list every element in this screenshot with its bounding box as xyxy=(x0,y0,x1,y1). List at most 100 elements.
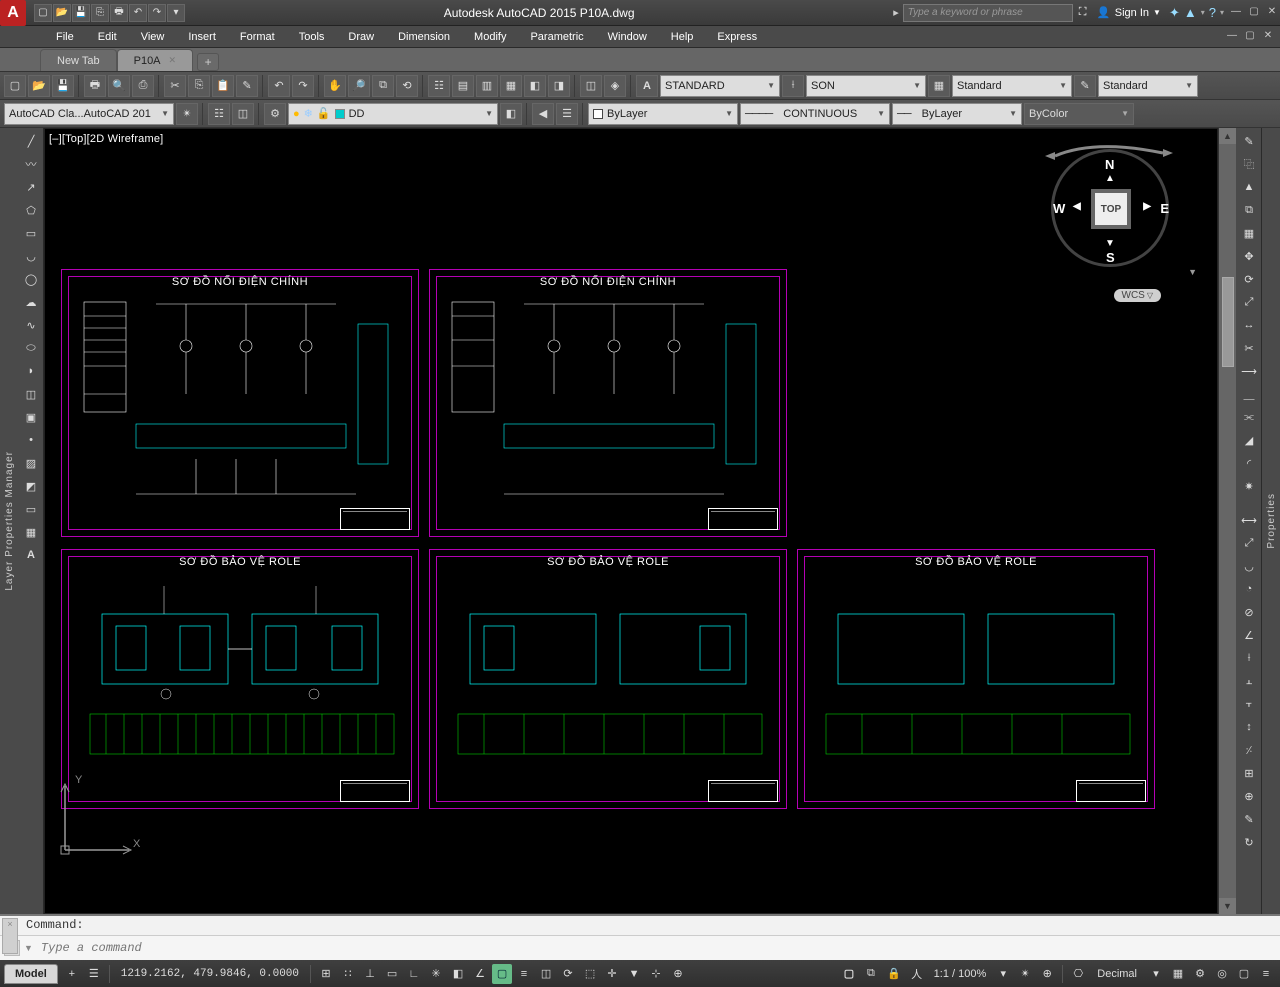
cycling-icon[interactable]: ⟳ xyxy=(558,964,578,984)
copy2-icon[interactable]: ⿻ xyxy=(1238,153,1260,175)
coordinates[interactable]: 1219.2162, 479.9846, 0.0000 xyxy=(115,968,305,980)
quickcalc-icon[interactable]: ◨ xyxy=(548,75,570,97)
line-icon[interactable]: ╱ xyxy=(20,130,42,152)
help-icon[interactable]: ? xyxy=(1209,5,1216,20)
cube-e[interactable]: E xyxy=(1160,201,1169,216)
offset-icon[interactable]: ⧉ xyxy=(1238,199,1260,221)
layer-states-icon[interactable]: ◫ xyxy=(232,103,254,125)
layer-match-icon[interactable]: ◧ xyxy=(500,103,522,125)
props-icon[interactable]: ☷ xyxy=(428,75,450,97)
cleanscreen-icon[interactable]: ▢ xyxy=(1234,964,1254,984)
menu-edit[interactable]: Edit xyxy=(86,28,129,46)
properties-panel[interactable]: Properties xyxy=(1262,128,1280,914)
file-tab-new[interactable]: New Tab xyxy=(40,49,117,71)
cut-icon[interactable]: ✂ xyxy=(164,75,186,97)
menu-parametric[interactable]: Parametric xyxy=(518,28,595,46)
pline-icon[interactable]: 〰 xyxy=(20,153,42,175)
isolate-icon[interactable]: ◎ xyxy=(1212,964,1232,984)
point-icon[interactable]: • xyxy=(20,429,42,451)
units-dd-icon[interactable]: ▾ xyxy=(1146,964,1166,984)
mlstyle-icon[interactable]: ✎ xyxy=(1074,75,1096,97)
exchange-x-icon[interactable]: ✦ xyxy=(1169,5,1180,21)
menu-dimension[interactable]: Dimension xyxy=(386,28,462,46)
dimstyle-icon[interactable]: ⟊ xyxy=(782,75,804,97)
hardware-icon[interactable]: ⚙ xyxy=(1190,964,1210,984)
dim-angular-icon[interactable]: ∠ xyxy=(1238,624,1260,646)
lweight-display-icon[interactable]: ≡ xyxy=(514,964,534,984)
menu-view[interactable]: View xyxy=(129,28,177,46)
linetype-dropdown[interactable]: ──── CONTINUOUS▼ xyxy=(740,103,890,125)
trim-icon[interactable]: ✂ xyxy=(1238,337,1260,359)
workspace-dropdown[interactable]: AutoCAD Cla...AutoCAD 201▼ xyxy=(4,103,174,125)
dim-aligned-icon[interactable]: ⤢ xyxy=(1238,532,1260,554)
customize-status-icon[interactable]: ≡ xyxy=(1256,964,1276,984)
plot-icon[interactable]: 🖶 xyxy=(110,4,128,22)
undo2-icon[interactable]: ↶ xyxy=(268,75,290,97)
erase-icon[interactable]: ✎ xyxy=(1238,130,1260,152)
dim-space-icon[interactable]: ↕ xyxy=(1238,716,1260,738)
paste-icon[interactable]: 📋 xyxy=(212,75,234,97)
table-style-dropdown[interactable]: Standard▼ xyxy=(952,75,1072,97)
snap-icon[interactable]: ∷ xyxy=(338,964,358,984)
vertical-scrollbar[interactable]: ▲ ▼ xyxy=(1218,128,1236,914)
copy-icon[interactable]: ⎘ xyxy=(188,75,210,97)
cube-w[interactable]: W xyxy=(1053,201,1065,216)
model-tab[interactable]: Model xyxy=(4,964,58,984)
maximize-icon[interactable]: ▢ xyxy=(1246,6,1262,20)
tool-palette-icon[interactable]: ▥ xyxy=(476,75,498,97)
qat-more-icon[interactable]: ▾ xyxy=(167,4,185,22)
file-tab-active[interactable]: P10A ✕ xyxy=(117,49,193,71)
dim-radius-icon[interactable]: ◔ xyxy=(1238,578,1260,600)
wcs-badge[interactable]: WCS▽ xyxy=(1114,289,1162,302)
rectangle-icon[interactable]: ▭ xyxy=(20,222,42,244)
osnap-icon[interactable]: ▢ xyxy=(492,964,512,984)
textstyle-icon[interactable]: A xyxy=(636,75,658,97)
scroll-up-icon[interactable]: ▲ xyxy=(1219,128,1236,144)
scale-readout[interactable]: 1:1 / 100% xyxy=(929,964,992,984)
save-doc-icon[interactable]: 💾 xyxy=(52,75,74,97)
quickprops-icon[interactable]: ⧉ xyxy=(861,964,881,984)
viewport-label[interactable]: [–][Top][2D Wireframe] xyxy=(49,133,163,145)
save-icon[interactable]: 💾 xyxy=(72,4,90,22)
command-input[interactable] xyxy=(37,939,1276,957)
cmd-recent-icon[interactable]: ▼ xyxy=(24,943,33,953)
plot2-icon[interactable]: 🖶 xyxy=(84,75,106,97)
layout-add-icon[interactable]: + xyxy=(62,964,82,984)
zoom-rt-icon[interactable]: 🔎 xyxy=(348,75,370,97)
minimize-icon[interactable]: — xyxy=(1228,6,1244,20)
dim-continue-icon[interactable]: ⫟ xyxy=(1238,693,1260,715)
annomon-icon[interactable]: ⊕ xyxy=(668,964,688,984)
menu-window[interactable]: Window xyxy=(596,28,659,46)
layer-dropdown[interactable]: ● ❄ 🔓 DD▼ xyxy=(288,103,498,125)
menu-modify[interactable]: Modify xyxy=(462,28,518,46)
undo-icon[interactable]: ↶ xyxy=(129,4,147,22)
layer-prev-icon[interactable]: ◀ xyxy=(532,103,554,125)
dim-quick-icon[interactable]: ⟊ xyxy=(1238,647,1260,669)
new-icon[interactable]: ▢ xyxy=(34,4,52,22)
dynamic-icon[interactable]: ▭ xyxy=(382,964,402,984)
dynucs-icon[interactable]: ✛ xyxy=(602,964,622,984)
menu-tools[interactable]: Tools xyxy=(287,28,337,46)
dim-style-dropdown[interactable]: SON▼ xyxy=(806,75,926,97)
osnap-track-icon[interactable]: ∠ xyxy=(470,964,490,984)
markup-icon[interactable]: ◧ xyxy=(524,75,546,97)
doc-maximize-icon[interactable]: ▢ xyxy=(1242,30,1258,44)
table-icon[interactable]: ▦ xyxy=(20,521,42,543)
mtext-icon[interactable]: A xyxy=(20,544,42,566)
spline-icon[interactable]: ∿ xyxy=(20,314,42,336)
plotstyle-dropdown[interactable]: ByColor▼ xyxy=(1024,103,1134,125)
ortho-icon[interactable]: ∟ xyxy=(404,964,424,984)
revcloud-icon[interactable]: ☁ xyxy=(20,291,42,313)
annomonitor-icon[interactable]: ⊕ xyxy=(1037,964,1057,984)
design-center-icon[interactable]: ▤ xyxy=(452,75,474,97)
ellipse-icon[interactable]: ⬭ xyxy=(20,337,42,359)
chamfer-icon[interactable]: ◢ xyxy=(1238,429,1260,451)
extend-icon[interactable]: ⟶ xyxy=(1238,360,1260,382)
scale-dd-icon[interactable]: ▾ xyxy=(993,964,1013,984)
dim-baseline-icon[interactable]: ⫠ xyxy=(1238,670,1260,692)
redo2-icon[interactable]: ↷ xyxy=(292,75,314,97)
explode-icon[interactable]: ✷ xyxy=(1238,475,1260,497)
menu-help[interactable]: Help xyxy=(659,28,706,46)
layer-filter-icon[interactable]: ⚙ xyxy=(264,103,286,125)
stretch-icon[interactable]: ↔ xyxy=(1238,314,1260,336)
